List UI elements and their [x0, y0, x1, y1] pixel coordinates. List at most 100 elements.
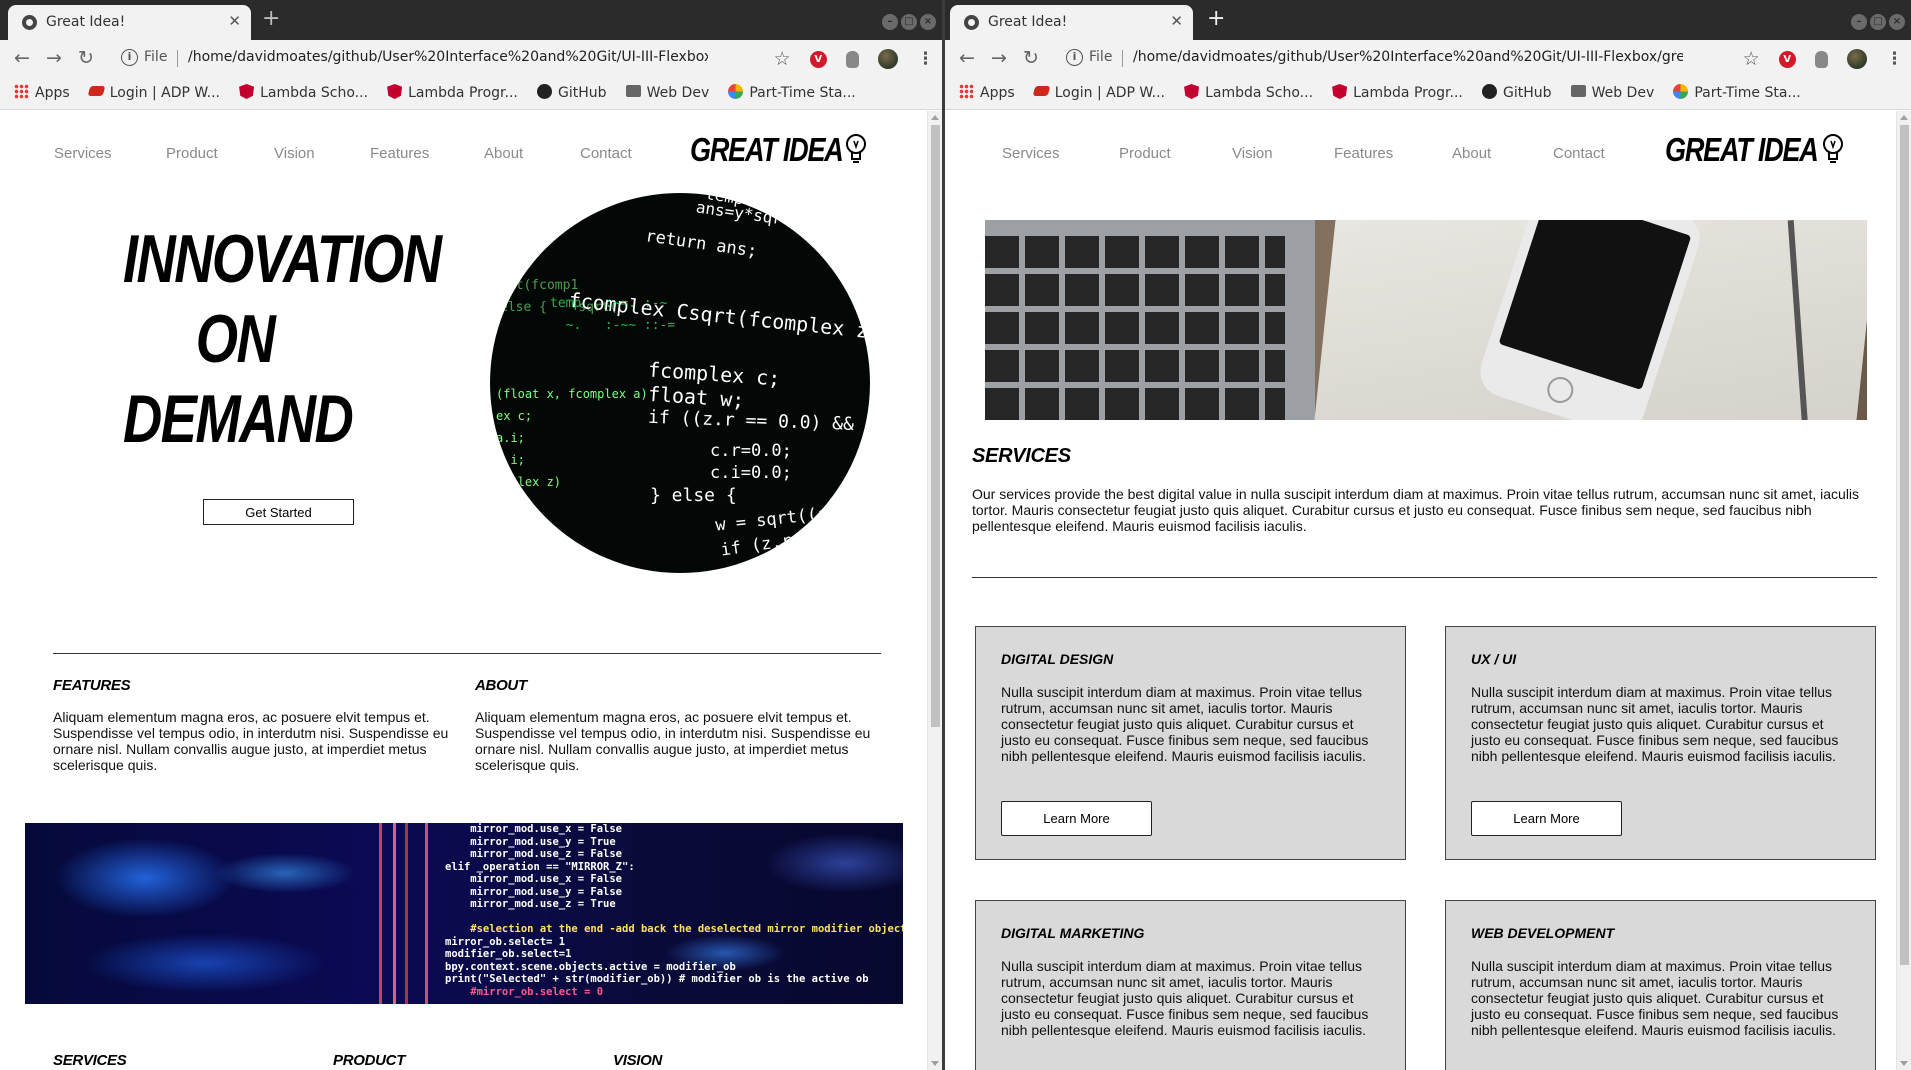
card-text: Nulla suscipit interdum diam at maximus.…	[1471, 684, 1839, 764]
bookmark-adp[interactable]: Login | ADP W...	[1032, 85, 1165, 101]
code-fragment: temp :~=. :-~ ~. :-~~ ::-=	[550, 296, 676, 333]
nav-contact[interactable]: Contact	[1553, 145, 1605, 162]
new-tab-icon[interactable]: +	[1207, 6, 1225, 31]
scrollbar[interactable]	[1896, 111, 1911, 1070]
back-icon[interactable]: ←	[14, 47, 30, 69]
adp-icon	[87, 86, 106, 96]
bookmark-web-dev[interactable]: Web Dev	[625, 85, 709, 101]
shield-icon	[1332, 84, 1348, 99]
address-bar[interactable]: i File /home/davidmoates/github/User%20I…	[1058, 44, 1711, 73]
nav-about[interactable]: About	[1452, 145, 1491, 162]
learn-more-button[interactable]: Learn More	[1001, 801, 1152, 836]
avatar[interactable]	[1846, 49, 1867, 69]
star-icon[interactable]: ☆	[1743, 48, 1760, 70]
forward-icon[interactable]: →	[991, 47, 1007, 69]
tab-great-idea[interactable]: Great Idea! ✕	[8, 5, 251, 40]
nav-services[interactable]: Services	[54, 145, 112, 162]
scroll-thumb[interactable]	[931, 125, 940, 727]
scroll-thumb[interactable]	[1900, 125, 1909, 965]
code-fragment: (float x, fcomplex a) ex c; a.i; a.i; om…	[496, 387, 648, 489]
github-icon	[1481, 84, 1497, 99]
menu-icon[interactable]: ⋮	[1886, 49, 1903, 69]
scroll-up-icon[interactable]	[931, 115, 939, 120]
tab-strip: Great Idea! ✕ + – □ ×	[945, 0, 1911, 40]
nav-product[interactable]: Product	[1119, 145, 1171, 162]
bookmark-lambda-school[interactable]: Lambda Scho...	[1184, 84, 1313, 101]
section-divider	[972, 577, 1877, 578]
banner-code: mirror_mod.use_x = False mirror_mod.use_…	[445, 823, 903, 998]
bookmark-github[interactable]: GitHub	[1481, 84, 1551, 101]
minimize-icon[interactable]: –	[882, 14, 898, 30]
nav-about[interactable]: About	[484, 145, 523, 162]
extension-icon[interactable]: V	[1778, 50, 1796, 68]
service-card-web-development: WEB DEVELOPMENT Nulla suscipit interdum …	[1445, 900, 1876, 1070]
close-tab-icon[interactable]: ✕	[228, 12, 241, 30]
bookmark-lambda-school[interactable]: Lambda Scho...	[239, 84, 368, 101]
shield-icon	[1184, 84, 1200, 99]
extension-icon[interactable]: V	[809, 50, 827, 68]
bookmark-web-dev[interactable]: Web Dev	[1570, 85, 1654, 101]
scroll-down-icon[interactable]	[931, 1061, 939, 1066]
shield-icon	[387, 84, 403, 99]
close-tab-icon[interactable]: ✕	[1170, 12, 1183, 30]
minimize-icon[interactable]: –	[1851, 14, 1867, 30]
bookmark-github[interactable]: GitHub	[536, 84, 606, 101]
url-text[interactable]: /home/davidmoates/github/User%20Interfac…	[188, 49, 708, 65]
maximize-icon[interactable]: □	[1870, 14, 1886, 30]
laptop-keyboard	[985, 220, 1315, 420]
hero-title: INNOVATION ON DEMAND	[123, 221, 442, 457]
nav-features[interactable]: Features	[370, 145, 429, 162]
browser-window-left: Great Idea! ✕ + – □ × ← → ↻ i File /home/d…	[0, 0, 942, 1070]
menu-icon[interactable]: ⋮	[917, 49, 934, 69]
nav-vision[interactable]: Vision	[1232, 145, 1273, 162]
bookmark-lambda-progress[interactable]: Lambda Progr...	[387, 84, 518, 101]
info-icon[interactable]: i	[1066, 49, 1083, 66]
product-heading: PRODUCT	[333, 1052, 406, 1069]
get-started-button[interactable]: Get Started	[203, 499, 354, 525]
scroll-down-icon[interactable]	[1900, 1061, 1908, 1066]
reload-icon[interactable]: ↻	[1023, 47, 1039, 69]
back-icon[interactable]: ←	[959, 47, 975, 69]
nav-features[interactable]: Features	[1334, 145, 1393, 162]
bookmarks-bar: Apps Login | ADP W... Lambda Scho... Lam…	[0, 77, 942, 110]
lightbulb-icon	[1823, 134, 1843, 163]
folder-icon	[1570, 85, 1586, 97]
asana-icon	[1673, 84, 1689, 99]
star-icon[interactable]: ☆	[774, 48, 791, 70]
scroll-up-icon[interactable]	[1900, 115, 1908, 120]
address-bar[interactable]: i File /home/davidmoates/github/User%20I…	[113, 44, 742, 73]
extension-icon[interactable]	[845, 50, 859, 68]
learn-more-button[interactable]: Learn More	[1471, 801, 1622, 836]
site-logo[interactable]: GREAT IDEA	[690, 131, 844, 169]
new-tab-icon[interactable]: +	[262, 6, 280, 31]
reload-icon[interactable]: ↻	[78, 47, 94, 69]
bookmark-part-time[interactable]: Part-Time Sta...	[1673, 84, 1801, 101]
code-hero-image: temp=x/y; ans=y*sqrt(1.0+temp*te return …	[490, 193, 870, 573]
close-window-icon[interactable]: ×	[1889, 14, 1905, 30]
nav-product[interactable]: Product	[166, 145, 218, 162]
info-icon[interactable]: i	[121, 49, 138, 66]
nav-contact[interactable]: Contact	[580, 145, 632, 162]
scrollbar[interactable]	[927, 111, 942, 1070]
url-text[interactable]: /home/davidmoates/github/User%20Interfac…	[1133, 49, 1683, 65]
bookmark-apps[interactable]: Apps	[959, 84, 1015, 101]
bookmark-adp[interactable]: Login | ADP W...	[87, 85, 220, 101]
card-text: Nulla suscipit interdum diam at maximus.…	[1001, 684, 1369, 764]
nav-vision[interactable]: Vision	[274, 145, 315, 162]
nav-services[interactable]: Services	[1002, 145, 1060, 162]
maximize-icon[interactable]: □	[901, 14, 917, 30]
card-title: UX / UI	[1471, 651, 1517, 667]
banner-stripe	[393, 823, 396, 1004]
avatar[interactable]	[877, 49, 898, 69]
bookmark-apps[interactable]: Apps	[14, 84, 70, 101]
tab-great-idea[interactable]: Great Idea! ✕	[950, 5, 1193, 40]
apps-icon	[14, 84, 29, 99]
bookmark-part-time[interactable]: Part-Time Sta...	[728, 84, 856, 101]
close-window-icon[interactable]: ×	[920, 14, 936, 30]
bookmark-lambda-progress[interactable]: Lambda Progr...	[1332, 84, 1463, 101]
extension-icon[interactable]	[1814, 50, 1828, 68]
banner-stripe	[425, 823, 428, 1004]
banner-stripe	[405, 823, 408, 1004]
site-logo[interactable]: GREAT IDEA	[1665, 131, 1819, 169]
forward-icon[interactable]: →	[46, 47, 62, 69]
